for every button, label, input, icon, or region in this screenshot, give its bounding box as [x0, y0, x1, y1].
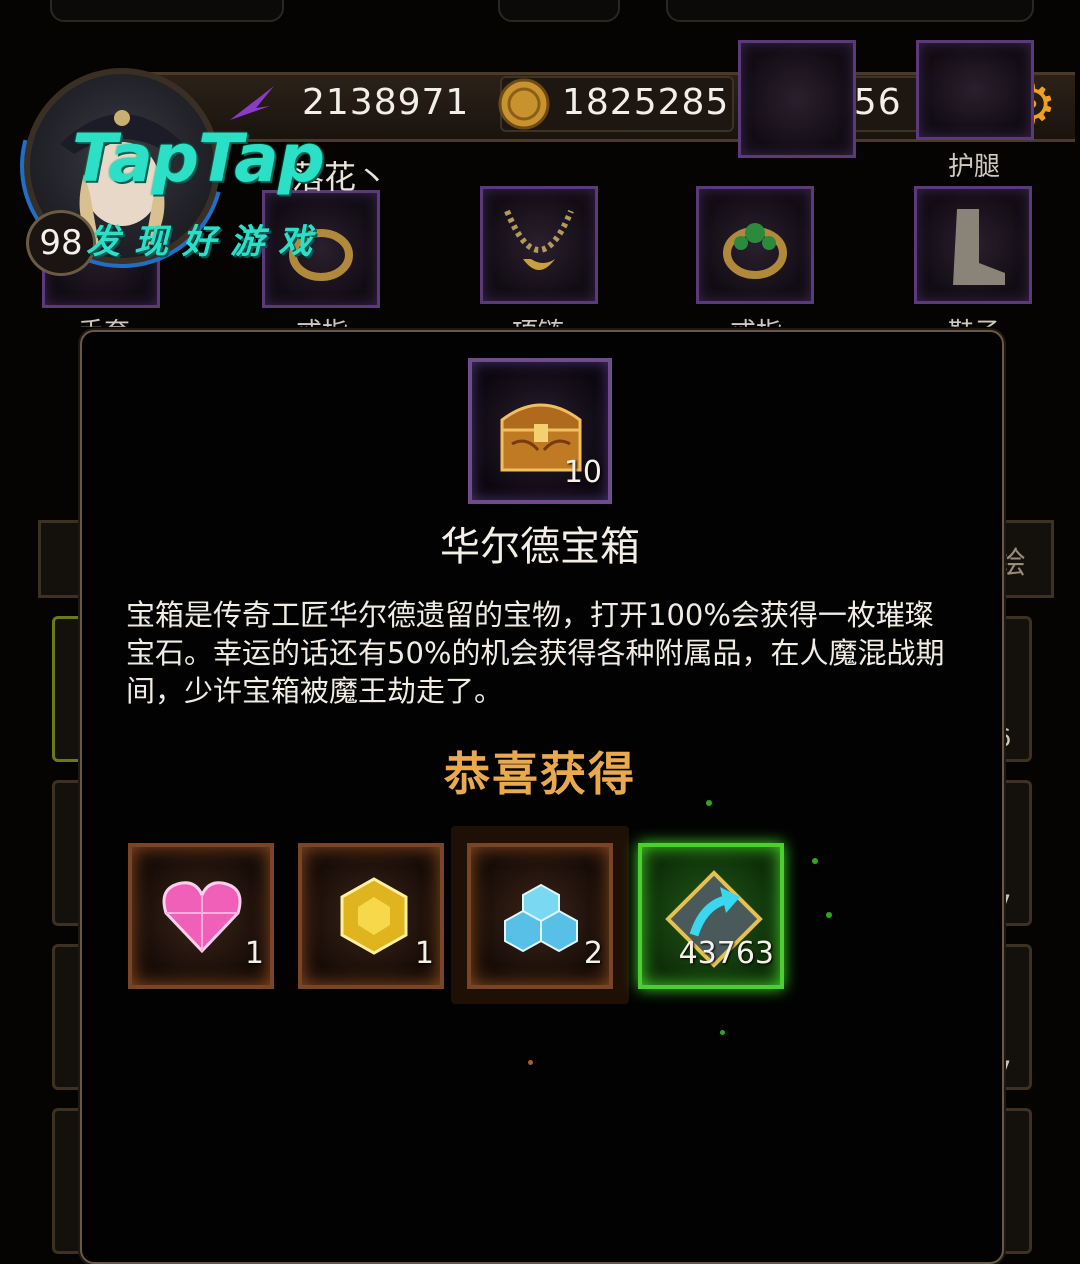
top-tab-left[interactable]: [50, 0, 284, 22]
pink-heart-gem-icon: [162, 881, 242, 954]
necklace-icon: [504, 209, 574, 270]
sparkle-dot: [826, 912, 832, 918]
taptap-watermark-logo: TapTap: [72, 120, 325, 197]
sparkle-dot: [720, 1030, 725, 1035]
taptap-watermark-slogan: 发现好游戏: [86, 222, 326, 262]
gold-value: 1825285: [562, 82, 730, 123]
yellow-hexagon-gem-icon: [340, 877, 408, 955]
boots-icon: [953, 209, 1005, 285]
top-tab-middle[interactable]: [498, 0, 620, 22]
treasure-chest-slot: 10: [468, 358, 612, 504]
blue-crystal-cluster-icon: [504, 883, 578, 953]
sparkle-dot: [706, 800, 712, 806]
congrats-title: 恭喜获得: [444, 747, 636, 801]
chest-quantity: 10: [563, 455, 602, 490]
sparkle-dot: [812, 858, 818, 864]
reward-slot-3[interactable]: 2: [467, 843, 613, 989]
item-name: 华尔德宝箱: [440, 524, 640, 570]
power-value: 2138971: [302, 82, 470, 123]
emerald-ring-icon: [723, 223, 787, 279]
equipment-slot-top-middle[interactable]: [738, 40, 856, 158]
top-tab-right[interactable]: [666, 0, 1034, 22]
equipment-slot-boots[interactable]: [914, 186, 1032, 304]
sparkle-dot: [528, 1060, 533, 1065]
item-description: 宝箱是传奇工匠华尔德遗留的宝物，打开100%会获得一枚璀璨宝石。幸运的话还有50…: [126, 598, 945, 708]
reward-1-quantity: 1: [244, 936, 264, 971]
reward-3-quantity: 2: [583, 936, 603, 971]
equipment-slot-ring-2[interactable]: [696, 186, 814, 304]
equipment-slot-necklace[interactable]: [480, 186, 598, 304]
reward-2-quantity: 1: [414, 936, 434, 971]
gold-coin-icon: [498, 78, 550, 130]
reward-slot-2[interactable]: 1: [298, 843, 444, 989]
reward-4-quantity: 43763: [678, 936, 774, 971]
equipment-slot-legguards[interactable]: [916, 40, 1034, 140]
reward-slot-4[interactable]: 43763: [638, 843, 784, 989]
reward-slot-1[interactable]: 1: [128, 843, 274, 989]
slot-label-legguards: 护腿: [948, 152, 1001, 182]
